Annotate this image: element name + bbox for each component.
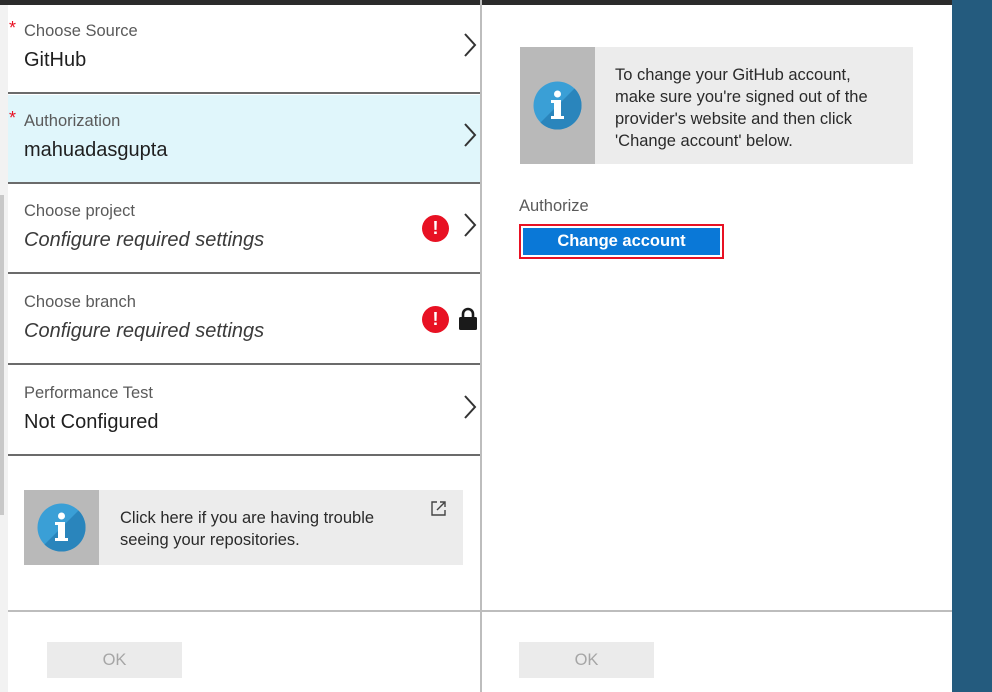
choose-source-label: Choose Source [24, 22, 138, 40]
left-edge-nub [0, 195, 4, 515]
choose-branch-value: Configure required settings [24, 320, 265, 342]
left-edge-strip [0, 5, 8, 692]
choose-project-item[interactable]: Choose project Configure required settin… [8, 185, 480, 274]
choose-project-label: Choose project [24, 202, 135, 220]
choose-project-value: Configure required settings [24, 229, 265, 251]
deployment-source-blade: * Choose Source GitHub * Authorization m… [8, 5, 480, 692]
required-marker: * [9, 18, 17, 38]
repositories-help-link[interactable]: Click here if you are having trouble see… [24, 490, 463, 565]
chevron-right-icon[interactable] [462, 121, 478, 149]
error-icon: ! [422, 215, 449, 242]
authorize-label: Authorize [519, 197, 589, 215]
change-account-button-label: Change account [523, 228, 720, 255]
ok-button[interactable]: OK [519, 642, 654, 678]
footer-divider [8, 610, 480, 612]
authorization-item[interactable]: * Authorization mahuadasgupta [8, 95, 480, 184]
chevron-right-icon[interactable] [462, 211, 478, 239]
external-link-icon [431, 501, 446, 516]
change-account-info-text: To change your GitHub account, make sure… [615, 66, 868, 150]
performance-test-item[interactable]: Performance Test Not Configured [8, 367, 480, 456]
chevron-right-icon[interactable] [462, 393, 478, 421]
ok-button[interactable]: OK [47, 642, 182, 678]
info-icon-panel [24, 490, 99, 565]
portal-background [952, 0, 992, 692]
change-account-button[interactable]: Change account [519, 224, 724, 259]
change-account-info: To change your GitHub account, make sure… [520, 47, 913, 164]
choose-branch-label: Choose branch [24, 293, 136, 311]
info-icon [533, 81, 582, 130]
authorization-label: Authorization [24, 112, 121, 130]
error-icon: ! [422, 306, 449, 333]
choose-source-item[interactable]: * Choose Source GitHub [8, 5, 480, 94]
lock-icon [459, 307, 477, 330]
chevron-right-icon[interactable] [462, 31, 478, 59]
info-icon-panel [520, 47, 595, 164]
footer-divider [482, 610, 952, 612]
info-icon [37, 503, 86, 552]
required-marker: * [9, 108, 17, 128]
performance-test-label: Performance Test [24, 384, 154, 402]
repositories-help-text: Click here if you are having trouble see… [120, 509, 375, 549]
performance-test-value: Not Configured [24, 411, 159, 433]
choose-source-value: GitHub [24, 49, 87, 71]
choose-branch-item[interactable]: Choose branch Configure required setting… [8, 276, 480, 365]
authorization-blade: To change your GitHub account, make sure… [482, 5, 952, 692]
authorization-value: mahuadasgupta [24, 139, 168, 161]
